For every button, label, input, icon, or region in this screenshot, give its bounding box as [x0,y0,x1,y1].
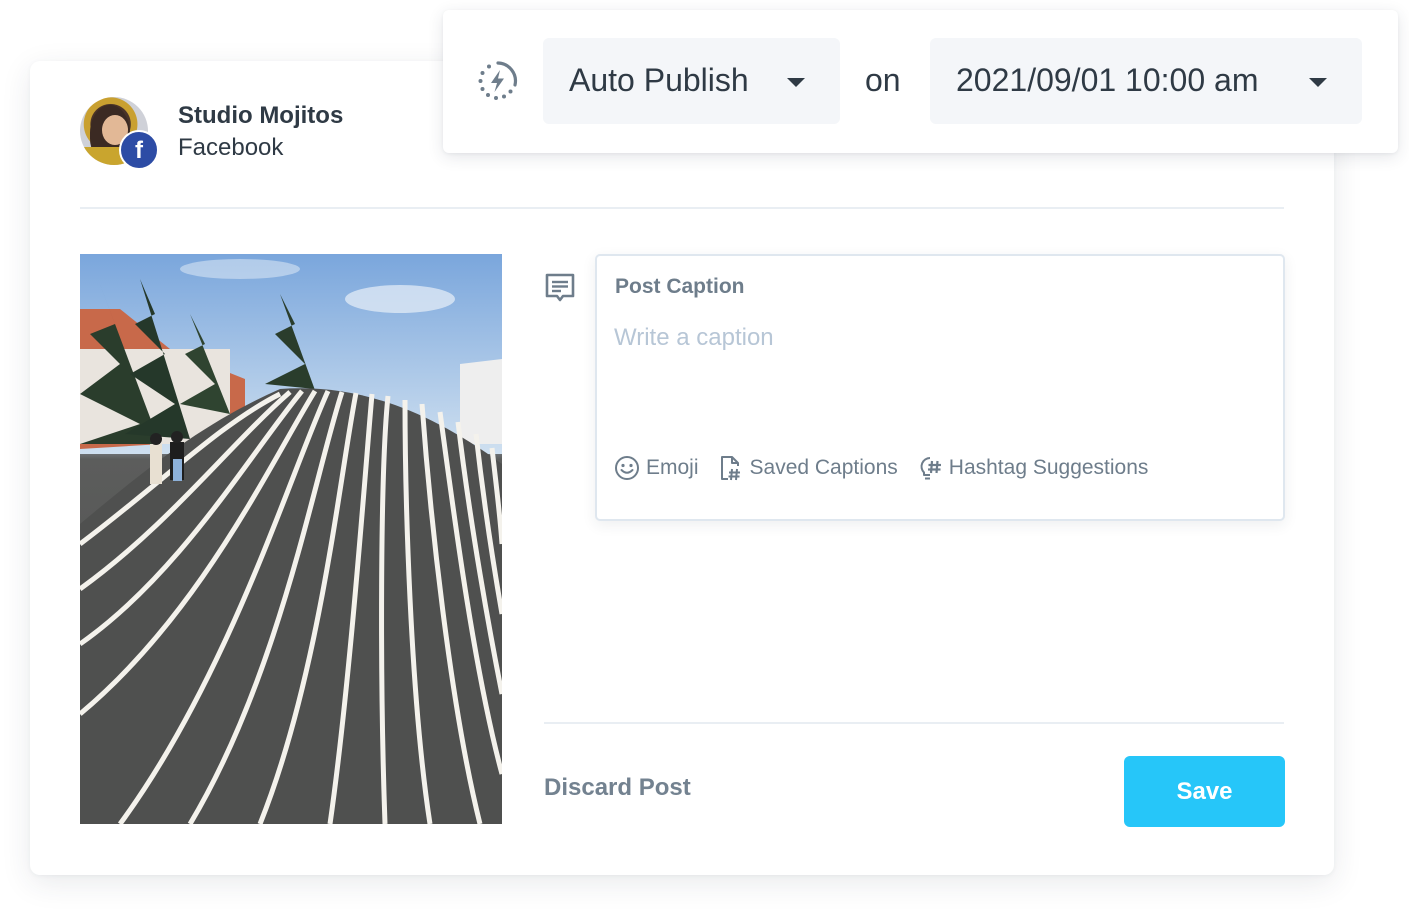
post-image-illustration [80,254,502,824]
post-editor-card: f Studio Mojitos Facebook Post Caption W… [30,61,1334,875]
saved-captions-button[interactable]: Saved Captions [717,454,898,482]
on-label: on [865,62,901,98]
publish-datetime-value: 2021/09/01 10:00 am [956,62,1259,98]
post-image [80,254,502,824]
caret-down-icon [1309,78,1327,87]
saved-captions-label: Saved Captions [749,456,898,479]
hashtag-suggestions-label: Hashtag Suggestions [948,456,1149,479]
caption-label: Post Caption [615,275,745,298]
emoji-button[interactable]: Emoji [613,454,699,482]
publish-settings-bar: Auto Publish on 2021/09/01 10:00 am [443,10,1398,153]
header-divider [80,207,1284,209]
caption-comment-icon [545,273,575,302]
publish-mode-dropdown[interactable]: Auto Publish [543,38,840,124]
caption-editor: Post Caption Emoji [595,254,1285,521]
footer-divider [544,722,1284,724]
publish-datetime-dropdown[interactable]: 2021/09/01 10:00 am [930,38,1362,124]
publish-mode-value: Auto Publish [569,62,749,98]
auto-publish-bolt-icon [478,61,518,100]
emoji-label: Emoji [646,456,699,479]
facebook-icon: f [119,130,159,170]
caret-down-icon [787,78,805,87]
smiley-icon [615,456,639,480]
account-name: Studio Mojitos [178,102,344,129]
save-button[interactable]: Save [1124,756,1285,827]
caption-input[interactable] [614,318,1264,358]
account-header: f Studio Mojitos Facebook [80,97,400,177]
account-network: Facebook [178,134,284,161]
discard-post-button[interactable]: Discard Post [544,774,691,802]
document-hashtag-icon [720,456,740,481]
lightbulb-hashtag-icon [920,457,941,480]
caption-toolbar: Emoji Saved Captions Hashtag Suggestions [613,454,1166,482]
hashtag-suggestions-button[interactable]: Hashtag Suggestions [916,454,1149,482]
